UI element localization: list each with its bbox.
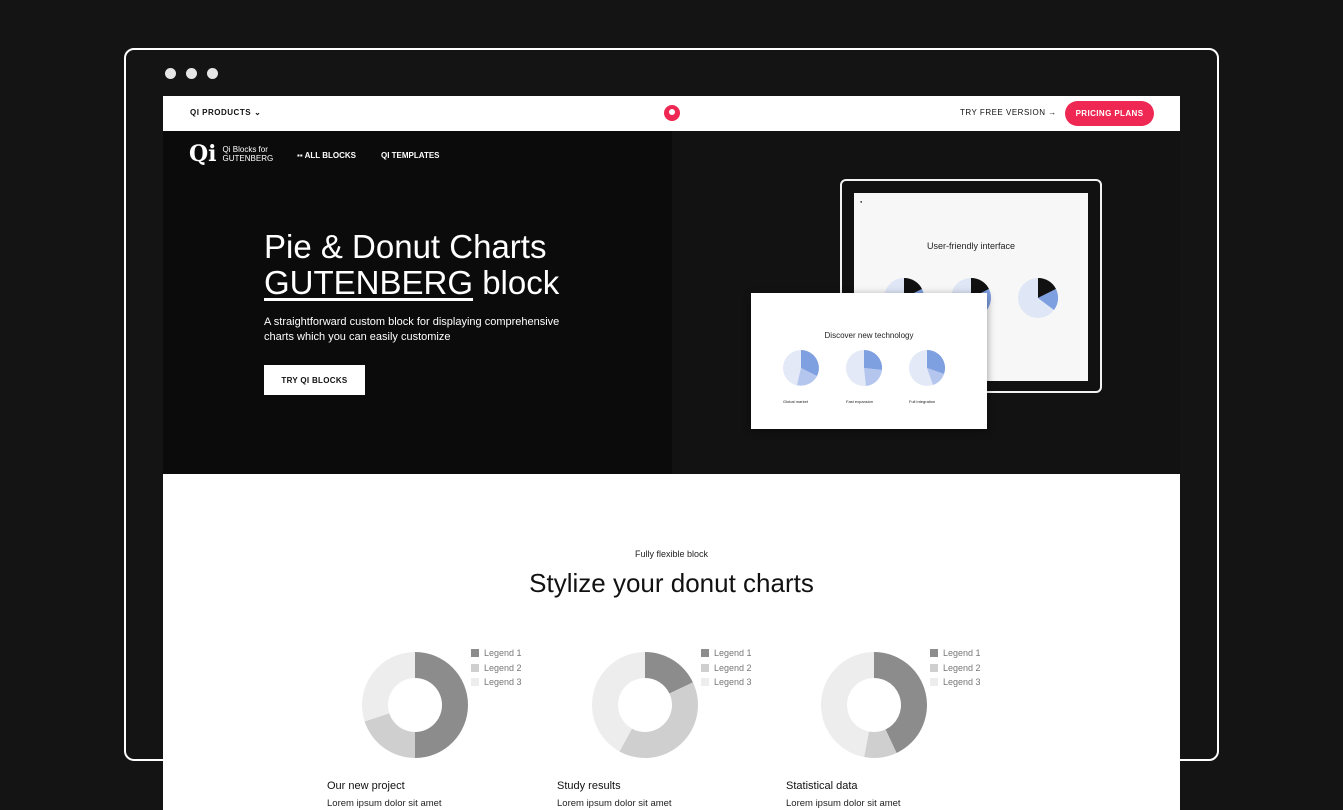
donut-chart (821, 652, 927, 758)
nav-all-blocks[interactable]: ▪▪ ALL BLOCKS (297, 151, 356, 160)
laptop-caption-3: Full integration (909, 399, 936, 404)
donut-slice (619, 682, 698, 758)
chevron-down-icon: ⌄ (254, 108, 262, 117)
card-description: Lorem ipsum dolor sit amet (786, 798, 901, 809)
legend-item: Legend 2 (701, 661, 752, 676)
legend-label: Legend 2 (484, 662, 522, 673)
chart-legend: Legend 1 Legend 2 Legend 3 (701, 646, 752, 690)
try-qi-blocks-button[interactable]: TRY QI BLOCKS (264, 365, 365, 395)
brand-text: Qi Blocks for GUTENBERG (223, 145, 274, 163)
laptop-pie-3 (909, 349, 946, 386)
chart-legend: Legend 1 Legend 2 Legend 3 (930, 646, 981, 690)
brand-line-2: GUTENBERG (222, 154, 274, 163)
web-page: QI PRODUCTS ⌄ TRY FREE VERSION → PRICING… (163, 96, 1180, 810)
legend-label: Legend 2 (943, 662, 981, 673)
qi-blocks-logo[interactable]: Qi Qi Blocks for GUTENBERG (189, 143, 273, 165)
nav-qi-templates[interactable]: QI TEMPLATES (381, 151, 440, 160)
hero-title-line-1: Pie & Donut Charts (264, 228, 547, 265)
donut-slice (415, 652, 468, 758)
legend-item: Legend 1 (701, 646, 752, 661)
products-menu[interactable]: QI PRODUCTS ⌄ (190, 108, 261, 117)
legend-item: Legend 3 (471, 675, 522, 690)
try-free-version-link[interactable]: TRY FREE VERSION → (960, 108, 1057, 117)
legend-label: Legend 1 (943, 648, 981, 659)
card-description: Lorem ipsum dolor sit amet (557, 798, 672, 809)
laptop-pie-charts (783, 349, 946, 386)
legend-item: Legend 2 (930, 661, 981, 676)
legend-label: Legend 1 (484, 648, 522, 659)
brand-line-1: Qi Blocks for (222, 145, 268, 154)
hero-title-gutenberg: GUTENBERG (264, 264, 474, 301)
tablet-pie-3 (1018, 277, 1059, 318)
donut-slice (821, 652, 874, 758)
card-title: Our new project (327, 780, 405, 792)
legend-label: Legend 3 (484, 677, 522, 688)
card-title: Statistical data (786, 780, 858, 792)
donut-slice (362, 652, 415, 722)
window-controls (165, 68, 218, 79)
section-eyebrow: Fully flexible block (634, 549, 709, 559)
qode-logo-icon[interactable] (664, 105, 680, 121)
legend-label: Legend 3 (714, 677, 752, 688)
laptop-caption-2: Fast expansion (846, 399, 874, 404)
donut-chart (592, 652, 698, 758)
laptop-pie-2 (846, 349, 883, 386)
card-description: Lorem ipsum dolor sit amet (327, 798, 442, 809)
window-dot-icon[interactable] (165, 68, 176, 79)
hero-subtitle: A straightforward custom block for displ… (264, 316, 560, 343)
laptop-caption-1: Global market (783, 399, 808, 404)
window-dot-icon[interactable] (186, 68, 197, 79)
pricing-plans-button[interactable]: PRICING PLANS (1065, 101, 1154, 126)
hero-title-block: block (473, 264, 560, 301)
legend-label: Legend 2 (714, 662, 752, 673)
legend-item: Legend 3 (930, 675, 981, 690)
hero-section: Qi Qi Blocks for GUTENBERG ▪▪ ALL BLOCKS… (163, 131, 1180, 474)
window-dot-icon[interactable] (207, 68, 218, 79)
chart-legend: Legend 1 Legend 2 Legend 3 (471, 646, 522, 690)
legend-label: Legend 1 (714, 648, 752, 659)
section-title: Stylize your donut charts (529, 568, 814, 598)
legend-item: Legend 2 (471, 661, 522, 676)
donut-slice (364, 713, 415, 758)
grid-icon: ▪▪ (297, 151, 303, 160)
products-menu-label: QI PRODUCTS (190, 108, 252, 117)
card-title: Study results (557, 780, 621, 792)
legend-item: Legend 1 (471, 646, 522, 661)
legend-item: Legend 1 (930, 646, 981, 661)
donut-card: Legend 1 Legend 2 Legend 3 Statistical d… (786, 646, 986, 810)
qi-logo-icon: Qi (189, 141, 217, 167)
legend-item: Legend 3 (701, 675, 752, 690)
laptop-pie-1 (783, 350, 819, 386)
donut-card: Legend 1 Legend 2 Legend 3 Our new proje… (327, 646, 527, 810)
hero-title: Pie & Donut Charts GUTENBERG block (264, 229, 559, 301)
top-bar: QI PRODUCTS ⌄ TRY FREE VERSION → PRICING… (163, 96, 1180, 131)
laptop-mockup: Discover new technology Global market Fa… (751, 293, 987, 429)
donut-card: Legend 1 Legend 2 Legend 3 Study results… (557, 646, 757, 810)
donut-chart (362, 652, 468, 758)
nav-all-blocks-label: ALL BLOCKS (304, 151, 357, 160)
legend-label: Legend 3 (943, 677, 981, 688)
